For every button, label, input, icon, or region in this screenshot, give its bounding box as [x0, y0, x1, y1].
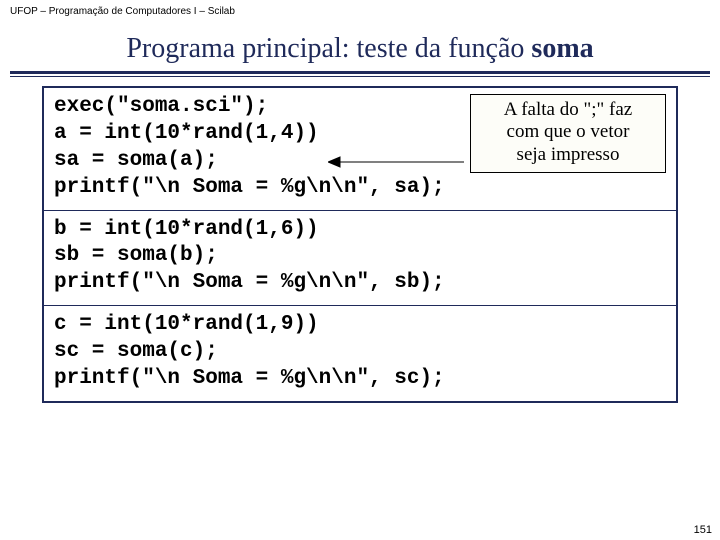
separator [44, 210, 676, 211]
title-text: Programa principal: teste da função [126, 33, 531, 64]
title-underline [0, 71, 720, 74]
title-bold: soma [531, 33, 593, 64]
code-line: c = int(10*rand(1,9)) [54, 312, 666, 339]
slide-title: Programa principal: teste da função soma [0, 17, 720, 71]
code-block-3: c = int(10*rand(1,9)) sc = soma(c); prin… [54, 312, 666, 393]
callout-line: com que o vetor [477, 121, 659, 143]
separator [44, 305, 676, 306]
code-line: sc = soma(c); [54, 339, 666, 366]
callout-box: A falta do ";" faz com que o vetor seja … [470, 94, 666, 173]
code-box: A falta do ";" faz com que o vetor seja … [42, 86, 678, 403]
code-line: printf("\n Soma = %g\n\n", sc); [54, 366, 666, 393]
page-number: 151 [694, 524, 712, 536]
slide-header: UFOP – Programação de Computadores I – S… [0, 0, 720, 17]
code-line: printf("\n Soma = %g\n\n", sa); [54, 175, 666, 202]
callout-line: A falta do ";" faz [477, 99, 659, 121]
code-line: sb = soma(b); [54, 243, 666, 270]
callout-line: seja impresso [477, 144, 659, 166]
code-line: b = int(10*rand(1,6)) [54, 217, 666, 244]
code-line: printf("\n Soma = %g\n\n", sb); [54, 270, 666, 297]
code-block-2: b = int(10*rand(1,6)) sb = soma(b); prin… [54, 217, 666, 298]
